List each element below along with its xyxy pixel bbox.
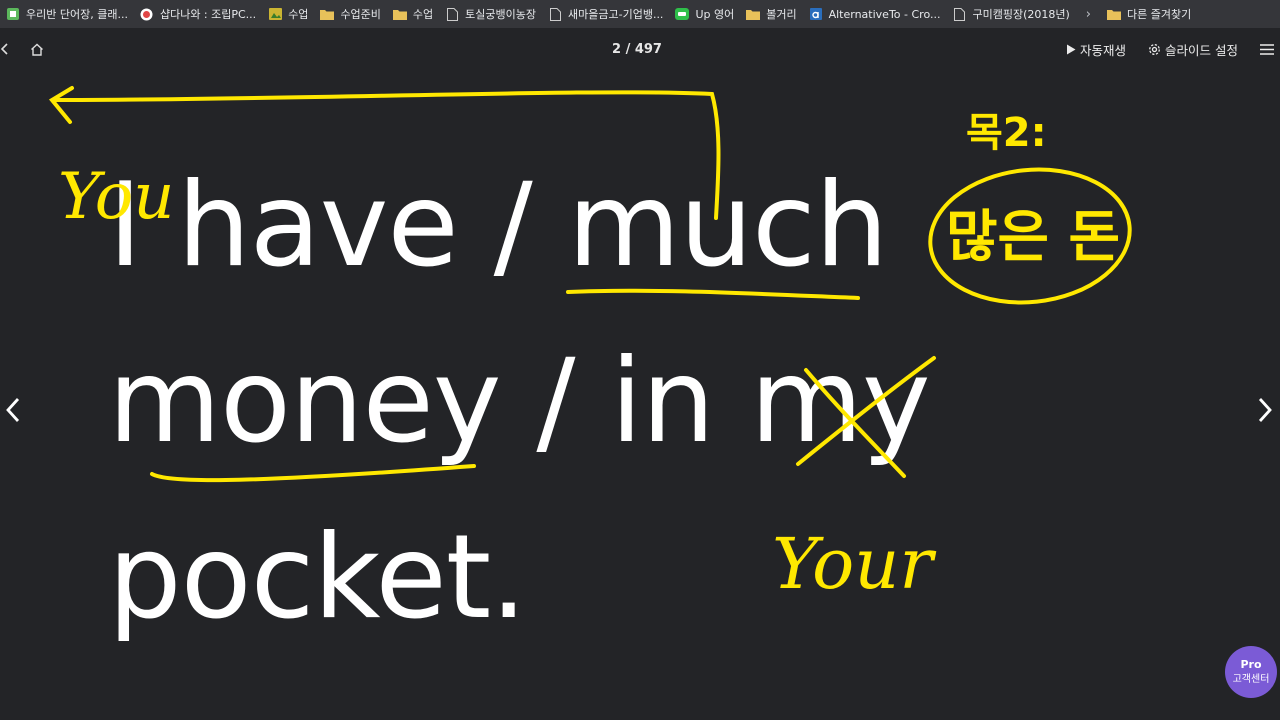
folder-icon <box>320 7 335 21</box>
chevron-left-icon <box>1 43 8 55</box>
ink-arrow-head <box>48 86 74 124</box>
ink-text-note-top: 목2: <box>966 110 1047 156</box>
slide-text-line: I have / much <box>108 158 888 293</box>
pro-badge-subtitle: 고객센터 <box>1232 673 1270 685</box>
bookmark-item[interactable]: 새마을금고-기업뱅... <box>542 0 669 28</box>
gear-icon <box>1149 43 1160 55</box>
pro-support-button[interactable]: Pro 고객센터 <box>1225 646 1277 698</box>
bookmark-item[interactable]: 수업 <box>387 0 439 28</box>
home-button[interactable] <box>26 28 48 70</box>
slide-text-line: money / in my <box>108 334 931 469</box>
ink-text-your: Your <box>772 523 936 605</box>
autoplay-button[interactable]: 자동재생 <box>1066 40 1126 59</box>
slide-counter: 2 / 497 <box>612 41 662 57</box>
menu-button[interactable] <box>1260 43 1278 55</box>
bookmark-item[interactable]: 수업 <box>262 0 314 28</box>
toolbar-right: 자동재생 슬라이드 설정 <box>1066 28 1280 70</box>
folder-icon <box>392 7 407 21</box>
page-icon <box>952 7 966 21</box>
bookmark-item[interactable]: 볼거리 <box>740 0 802 28</box>
line-logo-icon <box>675 7 690 21</box>
slide-settings-button[interactable]: 슬라이드 설정 <box>1148 40 1238 59</box>
image-icon <box>268 7 282 21</box>
next-slide-button[interactable] <box>1252 390 1278 430</box>
chevron-right-icon: › <box>1085 6 1091 22</box>
bookmark-item[interactable]: AlternativeTo - Cro... <box>803 0 947 28</box>
bookmark-item[interactable]: 토실궁뱅이농장 <box>439 0 542 28</box>
previous-slide-button[interactable] <box>0 390 26 430</box>
play-icon <box>1067 44 1076 54</box>
chevron-right-icon <box>1258 398 1272 422</box>
chevron-left-icon <box>6 398 20 422</box>
pro-badge-title: Pro <box>1240 658 1262 672</box>
bookmark-item[interactable]: Up 영어 <box>669 0 740 28</box>
page-icon <box>445 7 459 21</box>
slide-text-line: pocket. <box>108 510 527 645</box>
bookmark-item[interactable]: 우리반 단어장, 클래... <box>0 0 134 28</box>
ink-circle <box>928 167 1132 305</box>
bookmarks-bar: 우리반 단어장, 클래... 샵다나와 : 조립PC... 수업 수업준비 수업… <box>0 0 1280 28</box>
back-button[interactable] <box>0 28 10 70</box>
slide-canvas: I have / much money / in my pocket. You … <box>0 70 1280 720</box>
hamburger-menu-icon <box>1260 43 1274 55</box>
other-bookmarks-folder[interactable]: 다른 즐겨찾기 <box>1101 0 1197 28</box>
bookmark-item[interactable]: 샵다나와 : 조립PC... <box>134 0 262 28</box>
shop-logo-icon <box>140 7 154 21</box>
folder-icon <box>1106 7 1121 21</box>
alternativeto-logo-icon <box>809 7 823 21</box>
bookmark-item[interactable]: 구미캠핑장(2018년) <box>946 0 1075 28</box>
viewer-toolbar: 2 / 497 자동재생 슬라이드 설정 <box>0 28 1280 70</box>
bookmarks-overflow-button[interactable]: › <box>1076 0 1101 28</box>
bookmark-item[interactable]: 수업준비 <box>314 0 386 28</box>
home-icon <box>31 43 43 56</box>
ink-text-note-circle: 많은 돈 <box>946 205 1120 270</box>
green-square-icon <box>6 7 20 21</box>
folder-icon <box>746 7 761 21</box>
page-icon <box>548 7 562 21</box>
